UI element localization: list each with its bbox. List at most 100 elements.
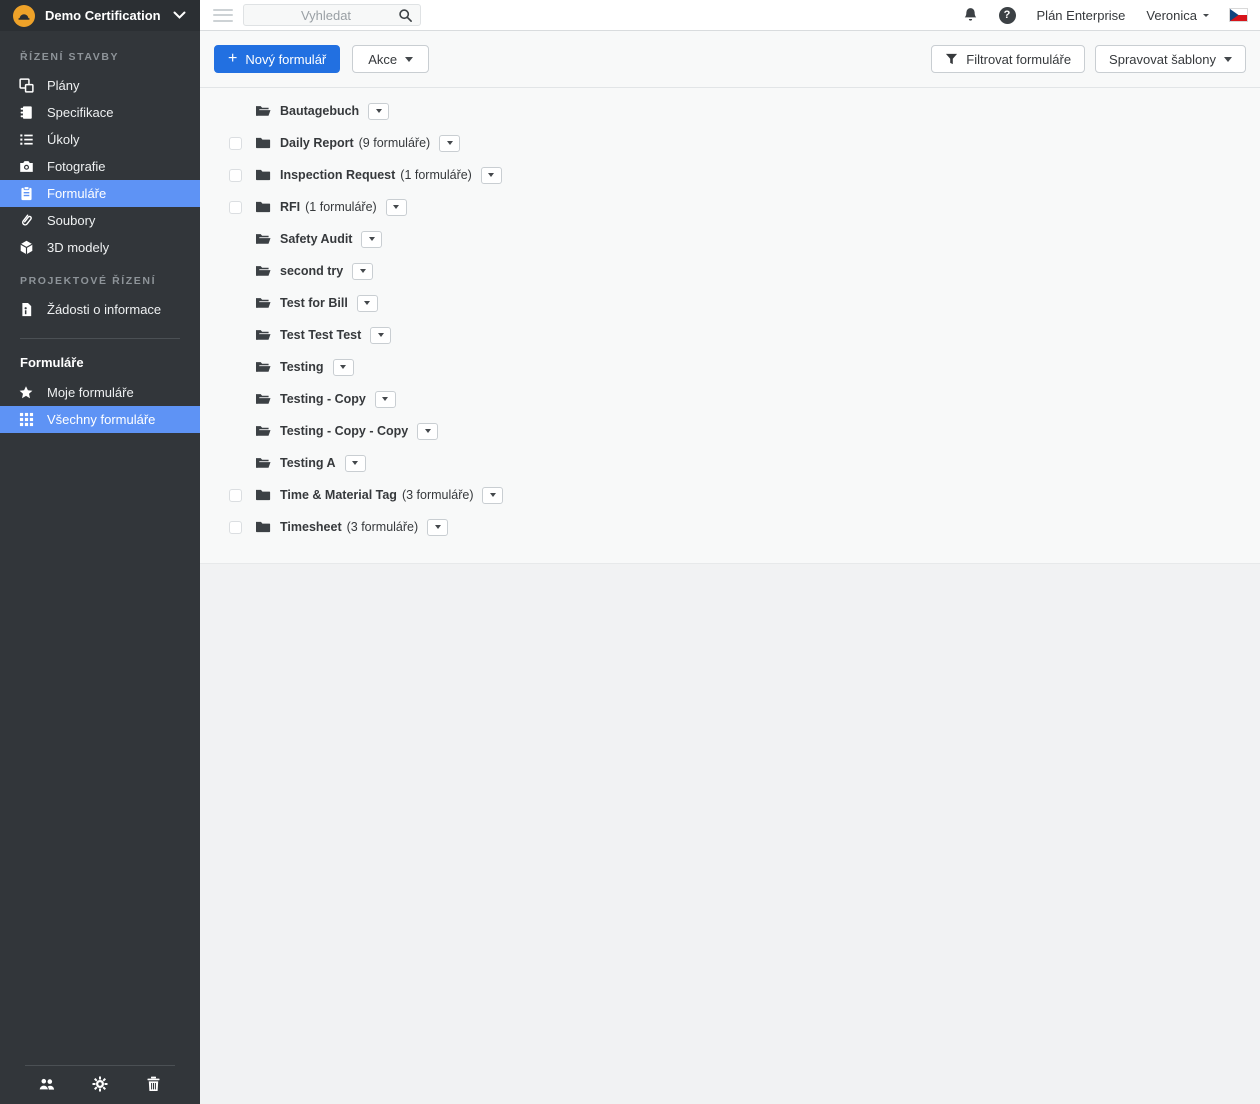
folder-name[interactable]: second try: [280, 264, 343, 278]
folder-checkbox[interactable]: [229, 521, 242, 534]
folder-menu-button[interactable]: [427, 519, 448, 536]
caret-down-icon: [1224, 57, 1232, 66]
hamburger-menu-icon[interactable]: [213, 9, 233, 22]
user-menu[interactable]: Veronica: [1146, 8, 1209, 23]
folder-row-time-material-tag: Time & Material Tag (3 formuláře): [200, 479, 1260, 511]
folder-closed-icon: [255, 167, 271, 183]
folder-count: (3 formuláře): [402, 488, 474, 502]
new-form-button[interactable]: + Nový formulář: [214, 45, 340, 73]
caret-down-icon: [369, 237, 375, 244]
folder-menu-button[interactable]: [357, 295, 378, 312]
search-input[interactable]: [254, 8, 398, 23]
notifications-bell-icon[interactable]: [963, 7, 978, 23]
folder-count: (9 formuláře): [359, 136, 431, 150]
topbar: ? Plán Enterprise Veronica: [200, 0, 1260, 31]
sidebar-item-plany[interactable]: Plány: [0, 72, 200, 99]
folder-menu-button[interactable]: [439, 135, 460, 152]
main-content: + Nový formulář Akce Filtrovat formuláře…: [200, 31, 1260, 564]
sidebar-item-specifikace[interactable]: Specifikace: [0, 99, 200, 126]
folder-name[interactable]: Bautagebuch: [280, 104, 359, 118]
caret-down-icon: [364, 301, 370, 308]
caret-down-icon: [352, 461, 358, 468]
caret-down-icon: [1203, 14, 1209, 20]
sidebar-item-fotografie[interactable]: Fotografie: [0, 153, 200, 180]
folder-name[interactable]: RFI: [280, 200, 300, 214]
folder-menu-button[interactable]: [361, 231, 382, 248]
caret-down-icon: [360, 269, 366, 276]
folder-name[interactable]: Safety Audit: [280, 232, 352, 246]
folder-name[interactable]: Inspection Request: [280, 168, 395, 182]
manage-templates-dropdown-button[interactable]: Spravovat šablony: [1095, 45, 1246, 73]
sidebar-item-zadosti-o-informace[interactable]: Žádosti o informace: [0, 296, 200, 323]
plans-icon: [18, 78, 34, 94]
sidebar-nav: ŘÍZENÍ STAVBY Plány Specifikace Úkoly Fo…: [0, 31, 200, 323]
plan-enterprise-link[interactable]: Plán Enterprise: [1037, 8, 1126, 23]
sidebar-item-ukoly[interactable]: Úkoly: [0, 126, 200, 153]
sidebar-forms-group-title: Formuláře: [0, 339, 200, 379]
folder-name[interactable]: Test for Bill: [280, 296, 348, 310]
folder-name[interactable]: Time & Material Tag: [280, 488, 397, 502]
folder-menu-button[interactable]: [370, 327, 391, 344]
folder-menu-button[interactable]: [386, 199, 407, 216]
user-name: Veronica: [1146, 8, 1197, 23]
folder-row-inspection-request: Inspection Request (1 formuláře): [200, 159, 1260, 191]
folder-name[interactable]: Test Test Test: [280, 328, 361, 342]
folder-row-daily-report: Daily Report (9 formuláře): [200, 127, 1260, 159]
sidebar-item-soubory[interactable]: Soubory: [0, 207, 200, 234]
sidebar-item-formulare[interactable]: Formuláře: [0, 180, 200, 207]
folder-name[interactable]: Testing - Copy: [280, 392, 366, 406]
folder-checkbox[interactable]: [229, 169, 242, 182]
sidebar-item-moje-formulare[interactable]: Moje formuláře: [0, 379, 200, 406]
folder-menu-button[interactable]: [333, 359, 354, 376]
actions-dropdown-button[interactable]: Akce: [352, 45, 429, 73]
caret-down-icon: [447, 141, 453, 148]
folder-open-icon: [255, 295, 271, 311]
search-icon[interactable]: [398, 8, 413, 23]
folder-menu-button[interactable]: [482, 487, 503, 504]
sidebar-section-title: ŘÍZENÍ STAVBY: [0, 37, 200, 72]
folder-name[interactable]: Daily Report: [280, 136, 354, 150]
folder-count: (1 formuláře): [305, 200, 377, 214]
grid-icon: [18, 412, 34, 428]
folder-row-testing-copy-copy: Testing - Copy - Copy: [200, 415, 1260, 447]
folder-checkbox[interactable]: [229, 201, 242, 214]
gear-icon[interactable]: [91, 1075, 109, 1093]
project-name: Demo Certification: [45, 8, 161, 23]
folder-menu-button[interactable]: [481, 167, 502, 184]
caret-down-icon: [435, 525, 441, 532]
folder-name[interactable]: Timesheet: [280, 520, 342, 534]
people-icon[interactable]: [38, 1075, 56, 1093]
sidebar-section-title: PROJEKTOVÉ ŘÍZENÍ: [0, 261, 200, 296]
help-icon[interactable]: ?: [999, 7, 1016, 24]
folder-checkbox[interactable]: [229, 489, 242, 502]
folder-row-testing-a: Testing A: [200, 447, 1260, 479]
folder-menu-button[interactable]: [352, 263, 373, 280]
filter-forms-button[interactable]: Filtrovat formuláře: [931, 45, 1085, 73]
folder-name[interactable]: Testing - Copy - Copy: [280, 424, 408, 438]
folder-menu-button[interactable]: [417, 423, 438, 440]
project-selector[interactable]: Demo Certification: [0, 0, 200, 31]
folder-count: (3 formuláře): [347, 520, 419, 534]
search-box: [243, 4, 421, 26]
sidebar: Demo Certification ŘÍZENÍ STAVBY Plány S…: [0, 0, 200, 1104]
folder-open-icon: [255, 423, 271, 439]
app-window: Demo Certification ŘÍZENÍ STAVBY Plány S…: [0, 0, 1260, 1104]
folder-menu-button[interactable]: [375, 391, 396, 408]
folder-list: Bautagebuch Daily Report (9 formuláře) I…: [200, 88, 1260, 563]
fieldwire-logo-icon: [13, 5, 35, 27]
folder-menu-button[interactable]: [368, 103, 389, 120]
language-flag-icon[interactable]: [1230, 9, 1247, 21]
sidebar-item-3d-modely[interactable]: 3D modely: [0, 234, 200, 261]
folder-name[interactable]: Testing: [280, 360, 324, 374]
trash-icon[interactable]: [144, 1075, 162, 1093]
sidebar-item-vsechny-formulare[interactable]: Všechny formuláře: [0, 406, 200, 433]
folder-open-icon: [255, 359, 271, 375]
folder-checkbox[interactable]: [229, 137, 242, 150]
caret-down-icon: [490, 493, 496, 500]
folder-open-icon: [255, 103, 271, 119]
files-icon: [18, 213, 34, 229]
toolbar: + Nový formulář Akce Filtrovat formuláře…: [200, 31, 1260, 88]
folder-menu-button[interactable]: [345, 455, 366, 472]
filter-icon: [945, 53, 958, 66]
folder-name[interactable]: Testing A: [280, 456, 336, 470]
